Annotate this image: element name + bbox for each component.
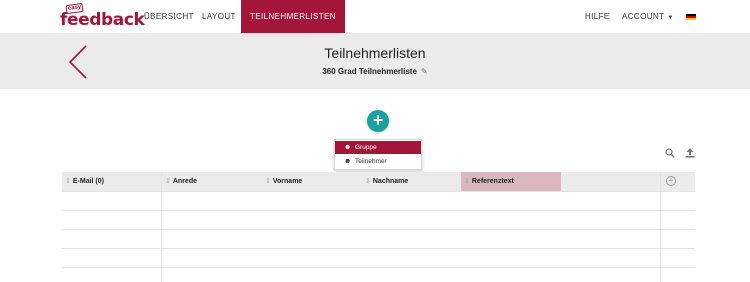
- column-divider: [660, 172, 661, 282]
- sort-icon: ⇕: [365, 178, 371, 185]
- table-row: [62, 191, 695, 192]
- column-label: Vorname: [272, 178, 303, 185]
- table-row: [62, 229, 695, 230]
- sort-icon: ⇕: [165, 178, 171, 185]
- nav-item-uebersicht[interactable]: ÜBERSICHT: [144, 0, 194, 33]
- column-vorname[interactable]: ⇕ Vorname: [262, 172, 362, 191]
- list-name-text: 360 Grad Teilnehmerliste: [322, 67, 417, 76]
- caret-down-icon: ▼: [667, 15, 674, 21]
- nav-item-hilfe[interactable]: HILFE: [585, 0, 610, 33]
- account-label: ACCOUNT: [622, 12, 665, 21]
- column-label: E-Mail (0): [72, 178, 104, 185]
- menu-item-gruppe[interactable]: ☻ Gruppe: [335, 141, 421, 154]
- easyfeedback-logo[interactable]: easy feedback: [60, 2, 145, 30]
- account-menu[interactable]: ACCOUNT ▼: [622, 0, 674, 33]
- table-header: ⇕ E-Mail (0) ⇕ Anrede ⇕ Vorname ⇕ Nachname ⇕…: [62, 172, 695, 191]
- table-row: [62, 267, 695, 268]
- sort-icon: ⇕: [65, 178, 71, 185]
- sort-icon: ⇕: [265, 178, 271, 185]
- page-title: Teilnehmerlisten: [324, 45, 426, 61]
- pencil-icon[interactable]: ✎: [421, 67, 428, 76]
- search-icon[interactable]: [664, 148, 676, 160]
- menu-item-label: Teilnehmer: [355, 158, 387, 165]
- column-referenztext[interactable]: ⇕ Referenztext: [461, 172, 561, 191]
- menu-item-teilnehmer[interactable]: ☻ Teilnehmer: [335, 155, 421, 168]
- column-divider: [161, 172, 162, 282]
- column-label: Referenztext: [471, 178, 514, 185]
- nav-item-layout[interactable]: LAYOUT: [202, 0, 236, 33]
- column-email[interactable]: ⇕ E-Mail (0): [62, 172, 162, 191]
- table-row: [62, 210, 695, 211]
- column-anrede[interactable]: ⇕ Anrede: [162, 172, 262, 191]
- person-icon: ☻: [344, 144, 352, 151]
- add-column-icon[interactable]: +: [666, 176, 676, 186]
- nav-item-teilnehmerlisten[interactable]: TEILNEHMERLISTEN: [241, 0, 345, 33]
- sort-icon: ⇕: [464, 178, 470, 185]
- add-button[interactable]: +: [367, 110, 389, 132]
- top-navigation: easy feedback ÜBERSICHT LAYOUT TEILNEHME…: [0, 0, 750, 33]
- column-label: Anrede: [172, 178, 197, 185]
- column-nachname[interactable]: ⇕ Nachname: [362, 172, 461, 191]
- column-label: Nachname: [372, 178, 409, 185]
- list-name: 360 Grad Teilnehmerliste ✎: [0, 67, 750, 76]
- menu-item-label: Gruppe: [355, 144, 377, 151]
- person-icon: ☻: [344, 158, 352, 165]
- page-header: [0, 33, 750, 89]
- upload-icon[interactable]: [684, 148, 696, 160]
- table-row: [62, 248, 695, 249]
- logo-wordmark: feedback: [60, 10, 145, 30]
- add-dropdown-menu: ☻ Gruppe ☻ Teilnehmer: [334, 139, 422, 170]
- de-flag-icon[interactable]: [686, 14, 696, 20]
